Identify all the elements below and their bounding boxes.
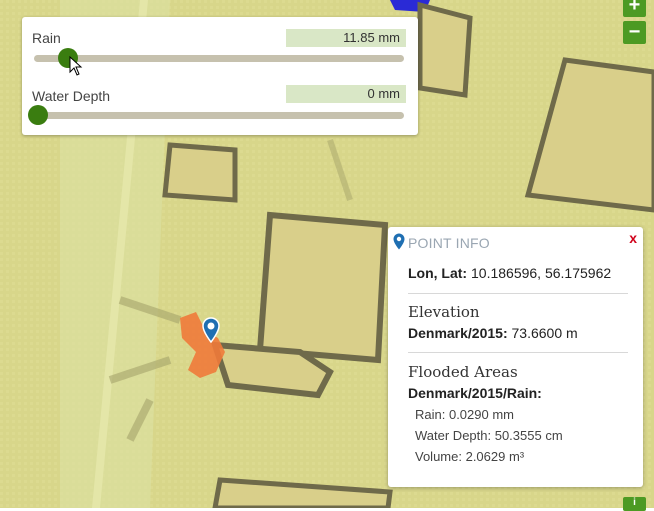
rain-label: Rain: [32, 30, 61, 46]
flood-source: Denmark/2015/Rain:: [408, 385, 542, 401]
zoom-out-button[interactable]: −: [623, 21, 646, 44]
lon-lat-label: Lon, Lat:: [408, 265, 468, 281]
lon-lat-line: Lon, Lat: 10.186596, 56.175962: [408, 265, 611, 281]
pin-icon: [393, 233, 405, 250]
water-depth-slider-thumb[interactable]: [28, 105, 48, 125]
rain-slider-track[interactable]: [34, 48, 404, 68]
flood-volume: Volume: 2.0629 m³: [415, 449, 525, 464]
water-depth-label: Water Depth: [32, 88, 111, 104]
popup-title: POINT INFO: [408, 235, 490, 251]
divider: [408, 352, 628, 353]
flooded-areas-heading: Flooded Areas: [408, 363, 518, 381]
close-icon[interactable]: x: [629, 230, 637, 246]
elevation-source: Denmark/2015:: [408, 325, 508, 341]
map-marker-icon[interactable]: [202, 317, 220, 343]
rain-value: 11.85 mm: [286, 29, 406, 47]
zoom-in-button[interactable]: +: [623, 0, 646, 17]
elevation-heading: Elevation: [408, 303, 480, 321]
mouse-cursor-icon: [69, 56, 83, 76]
lon-lat-value: 10.186596, 56.175962: [471, 265, 612, 281]
info-button[interactable]: i: [623, 497, 646, 511]
divider: [408, 293, 628, 294]
water-depth-value: 0 mm: [286, 85, 406, 103]
water-depth-slider-track[interactable]: [28, 105, 404, 125]
elevation-value: 73.6600 m: [511, 325, 578, 341]
point-info-popup: POINT INFO x Lon, Lat: 10.186596, 56.175…: [388, 227, 643, 487]
flood-water-depth: Water Depth: 50.3555 cm: [415, 428, 563, 443]
water-depth-slider-row: Water Depth 0 mm: [22, 84, 418, 134]
flood-rain: Rain: 0.0290 mm: [415, 407, 514, 422]
elevation-line: Denmark/2015: 73.6600 m: [408, 325, 578, 341]
layer-controls-panel: Rain 11.85 mm Water Depth 0 mm: [22, 17, 418, 135]
